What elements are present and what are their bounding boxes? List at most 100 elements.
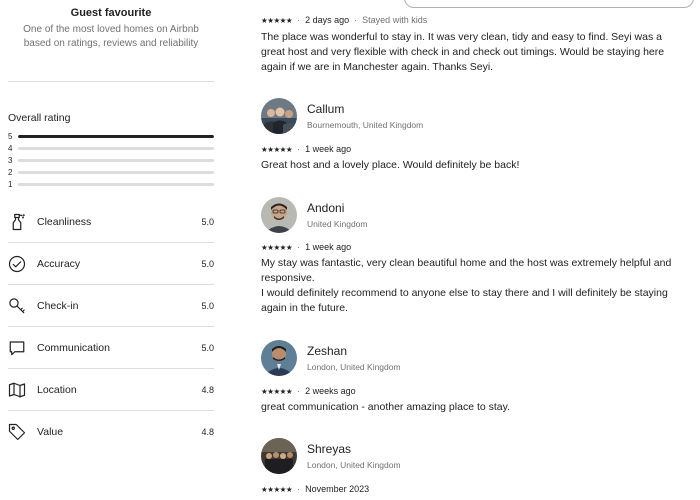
reviewer-name: Andoni <box>307 200 345 215</box>
review-item: Andoni United Kingdom ★★★★★ · 1 week ago… <box>261 197 691 316</box>
category-communication: Communication 5.0 <box>8 327 214 369</box>
category-score: 5.0 <box>201 258 214 269</box>
check-circle-icon <box>8 255 26 273</box>
rating-bar-row-1: 1 <box>8 178 214 190</box>
separator-dot: · <box>354 15 358 25</box>
category-label: Location <box>37 383 77 396</box>
review-item: Callum Bournemouth, United Kingdom ★★★★★… <box>261 98 691 173</box>
category-accuracy: Accuracy 5.0 <box>8 243 214 285</box>
rating-bar-track <box>18 158 214 162</box>
separator-dot: · <box>297 144 301 154</box>
category-label: Value <box>37 426 64 438</box>
guest-favourite-title: Guest favourite <box>70 7 152 19</box>
review-meta: ★★★★★ · 1 week ago <box>261 144 691 154</box>
rating-bar-label: 1 <box>8 179 13 189</box>
category-label: Check-in <box>37 299 79 312</box>
rating-bar-track <box>18 170 214 174</box>
category-label: Accuracy <box>37 257 81 270</box>
ratings-panel: Guest favourite One of the most loved ho… <box>8 0 214 500</box>
key-icon <box>8 297 26 315</box>
reviewer-header[interactable]: Shreyas London, United Kingdom <box>261 438 691 474</box>
separator-dot: · <box>297 484 301 494</box>
category-check-in: Check-in 5.0 <box>8 285 214 327</box>
category-ratings: Cleanliness 5.0 Accuracy 5.0 Check-in 5.… <box>8 201 214 453</box>
rating-bar-label: 2 <box>8 167 13 177</box>
review-item: Zeshan London, United Kingdom ★★★★★ · 2 … <box>261 340 691 415</box>
avatar[interactable] <box>261 98 297 134</box>
review-date: 1 week ago <box>305 242 352 252</box>
review-text-line: great communication - another amazing pl… <box>261 401 511 413</box>
reviewer-name: Callum <box>307 101 345 116</box>
review-text: My stay was fantastic, very clean beauti… <box>261 256 691 316</box>
star-rating: ★★★★★ <box>261 386 293 396</box>
reviewer-name: Zeshan <box>307 343 348 358</box>
rating-bar-track <box>18 134 214 138</box>
category-score: 4.8 <box>201 384 214 395</box>
review-trip-type: Stayed with kids <box>362 15 428 25</box>
category-score: 5.0 <box>201 300 214 311</box>
rating-bar-label: 5 <box>8 131 13 141</box>
reviewer-location: London, United Kingdom <box>307 361 401 372</box>
avatar[interactable] <box>261 340 297 376</box>
separator-dot: · <box>297 242 301 252</box>
review-meta: ★★★★★ · November 2023 <box>261 484 691 494</box>
review-date: 2 days ago <box>305 15 350 25</box>
review-text-line: The place was wonderful to stay in. It w… <box>261 31 662 43</box>
rating-bar-row-4: 4 <box>8 142 214 154</box>
rating-bar-row-5: 5 <box>8 130 214 142</box>
tag-icon <box>8 423 26 441</box>
category-location: Location 4.8 <box>8 369 214 411</box>
review-text-line: My stay was fantastic, very clean beauti… <box>261 257 672 269</box>
review-text: great communication - another amazing pl… <box>261 400 691 415</box>
star-rating: ★★★★★ <box>261 144 293 154</box>
separator-dot: · <box>297 15 301 25</box>
review-text-line: great host and very flexible with check … <box>261 46 665 58</box>
guest-favourite-subtitle-line-2: based on ratings, reviews and reliabilit… <box>23 38 199 49</box>
category-score: 5.0 <box>201 216 214 227</box>
reviewer-header[interactable]: Callum Bournemouth, United Kingdom <box>261 98 691 134</box>
reviewer-header[interactable]: Andoni United Kingdom <box>261 197 691 233</box>
rating-bar-row-3: 3 <box>8 154 214 166</box>
category-label: Communication <box>37 341 110 354</box>
reviewer-location: Bournemouth, United Kingdom <box>307 119 424 130</box>
map-icon <box>8 381 26 399</box>
reviewer-location: London, United Kingdom <box>307 459 401 470</box>
review-meta: ★★★★★ · 2 weeks ago <box>261 386 691 396</box>
overall-rating-title: Overall rating <box>8 112 71 124</box>
review-text: Great host and a lovely place. Would def… <box>261 158 691 173</box>
review-meta: ★★★★★ · 2 days ago · Stayed with kids <box>261 15 691 25</box>
category-score: 4.8 <box>201 427 214 437</box>
guest-favourite-subtitle: One of the most loved homes on Airbnb ba… <box>8 23 214 51</box>
reviews-list: ★★★★★ · 2 days ago · Stayed with kids Th… <box>261 0 694 500</box>
review-date: 2 weeks ago <box>305 386 356 396</box>
search-reviews-input[interactable] <box>404 0 694 8</box>
rating-bar-row-2: 2 <box>8 166 214 178</box>
rating-bar-label: 3 <box>8 155 13 165</box>
guest-favourite-subtitle-line-1: One of the most loved homes on Airbnb <box>23 24 199 35</box>
reviewer-header[interactable]: Zeshan London, United Kingdom <box>261 340 691 376</box>
review-text-line: again in the future. <box>261 302 348 314</box>
rating-bar-fill <box>18 134 214 138</box>
review-meta: ★★★★★ · 1 week ago <box>261 242 691 252</box>
rating-bar-track <box>18 182 214 186</box>
star-rating: ★★★★★ <box>261 242 293 252</box>
star-rating: ★★★★★ <box>261 484 293 494</box>
separator-dot: · <box>297 386 301 396</box>
category-cleanliness: Cleanliness 5.0 <box>8 201 214 243</box>
divider <box>8 81 214 82</box>
review-text-line: responsive. <box>261 272 315 284</box>
review-text: The place was wonderful to stay in. It w… <box>261 30 691 75</box>
rating-bar-label: 4 <box>8 143 13 153</box>
category-label: Cleanliness <box>37 215 92 228</box>
avatar[interactable] <box>261 438 297 474</box>
avatar[interactable] <box>261 197 297 233</box>
rating-distribution: 5 4 3 2 1 <box>8 130 214 190</box>
review-date: 1 week ago <box>305 144 352 154</box>
review-item: ★★★★★ · 2 days ago · Stayed with kids Th… <box>261 15 691 75</box>
review-text-line: again if we are in Manchester again. Tha… <box>261 61 494 73</box>
reviewer-name: Shreyas <box>307 441 352 456</box>
review-text-line: Great host and a lovely place. Would def… <box>261 159 520 171</box>
rating-bar-track <box>18 146 214 150</box>
message-bubble-icon <box>8 339 26 357</box>
spray-bottle-icon <box>8 213 26 231</box>
